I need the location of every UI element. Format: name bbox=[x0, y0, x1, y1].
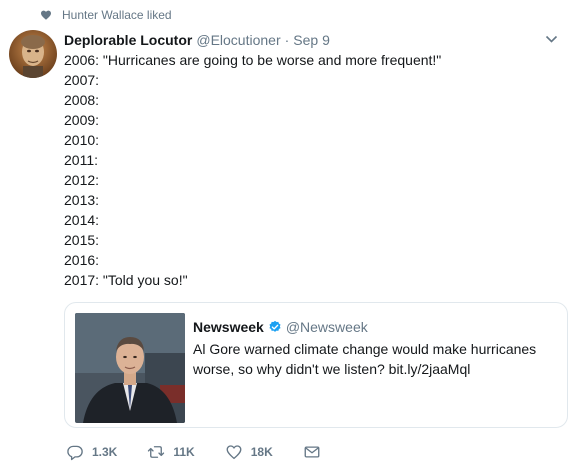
like-button[interactable]: 18K bbox=[225, 443, 273, 461]
tweet-line: 2007: bbox=[64, 72, 100, 88]
retweet-count: 11K bbox=[173, 445, 195, 459]
tweet-line: 2011: bbox=[64, 152, 98, 168]
reply-count: 1.3K bbox=[92, 445, 118, 459]
tweet-text: 2006: "Hurricanes are going to be worse … bbox=[64, 50, 441, 290]
author-name[interactable]: Deplorable Locutor bbox=[64, 32, 192, 48]
verified-badge-icon bbox=[269, 320, 281, 332]
tweet-line: 2015: bbox=[64, 232, 100, 248]
tweet-line: 2006: "Hurricanes are going to be worse … bbox=[64, 52, 442, 68]
tweet-line: 2010: bbox=[64, 132, 100, 148]
tweet-header: Deplorable Locutor @Elocutioner · Sep 9 bbox=[64, 30, 560, 50]
quoted-tweet-card[interactable]: Newsweek @Newsweek Al Gore warned climat… bbox=[64, 302, 568, 428]
tweet-actions: 1.3K 11K 18K bbox=[66, 440, 359, 464]
like-count: 18K bbox=[250, 445, 273, 459]
direct-message-button[interactable] bbox=[303, 443, 329, 461]
reply-icon bbox=[67, 445, 83, 461]
avatar[interactable] bbox=[9, 30, 57, 78]
tweet-line: 2008: bbox=[64, 92, 100, 108]
tweet-line: 2017: "Told you so!" bbox=[64, 272, 188, 288]
tweet-line: 2016: bbox=[64, 252, 100, 268]
tweet-line: 2014: bbox=[64, 212, 100, 228]
quoted-tweet-text: Al Gore warned climate change would make… bbox=[193, 341, 537, 377]
chevron-down-icon[interactable] bbox=[545, 34, 558, 44]
separator-dot: · bbox=[284, 32, 290, 48]
retweet-button[interactable]: 11K bbox=[147, 443, 195, 461]
tweet-line: 2013: bbox=[64, 192, 100, 208]
heart-icon bbox=[41, 10, 51, 20]
tweet-line: 2012: bbox=[64, 172, 100, 188]
quoted-tweet-header: Newsweek @Newsweek bbox=[193, 317, 368, 337]
tweet-date[interactable]: Sep 9 bbox=[293, 32, 330, 48]
reply-button[interactable]: 1.3K bbox=[66, 443, 117, 461]
envelope-icon bbox=[304, 446, 320, 458]
liked-by-text[interactable]: Hunter Wallace liked bbox=[62, 8, 172, 22]
tweet-line: 2009: bbox=[64, 112, 100, 128]
quoted-author-name[interactable]: Newsweek bbox=[193, 319, 264, 335]
retweet-icon bbox=[148, 446, 165, 458]
author-handle[interactable]: @Elocutioner bbox=[196, 32, 280, 48]
heart-outline-icon bbox=[226, 445, 242, 460]
social-context: Hunter Wallace liked bbox=[40, 7, 172, 23]
quoted-tweet-thumbnail bbox=[75, 313, 185, 423]
quoted-author-handle[interactable]: @Newsweek bbox=[286, 319, 368, 335]
